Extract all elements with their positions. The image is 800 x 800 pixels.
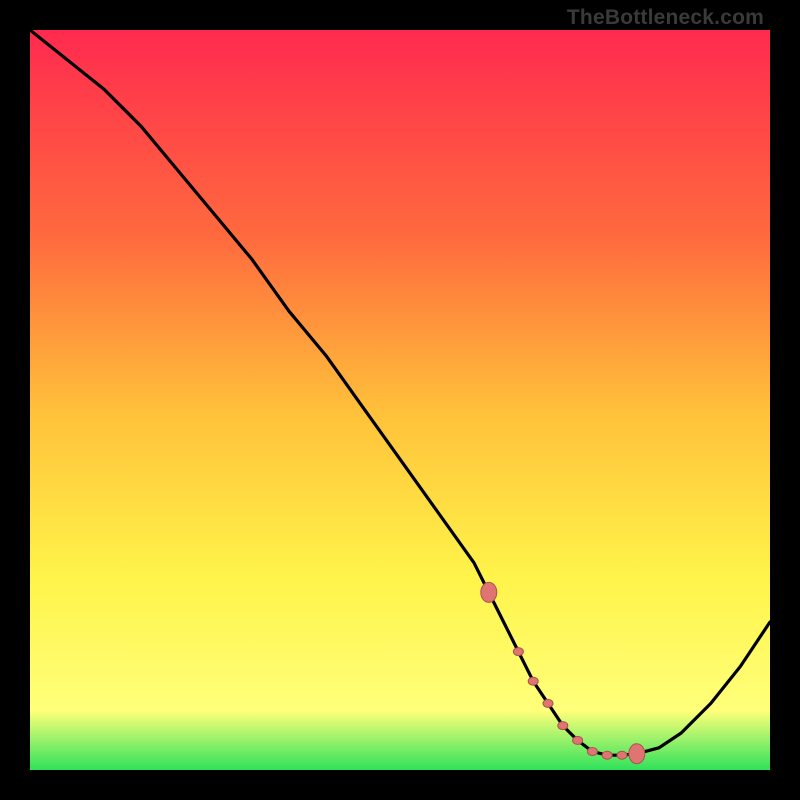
chart-plot-area — [30, 30, 770, 770]
data-marker — [617, 751, 627, 759]
data-marker — [543, 699, 553, 707]
data-marker — [513, 648, 523, 656]
data-marker — [573, 736, 583, 744]
chart-svg — [30, 30, 770, 770]
data-marker — [629, 744, 645, 764]
data-marker — [481, 582, 497, 602]
data-marker — [528, 677, 538, 685]
watermark-text: TheBottleneck.com — [567, 6, 764, 30]
data-marker — [602, 751, 612, 759]
data-marker — [587, 748, 597, 756]
data-marker — [558, 722, 568, 730]
gradient-background — [30, 30, 770, 770]
